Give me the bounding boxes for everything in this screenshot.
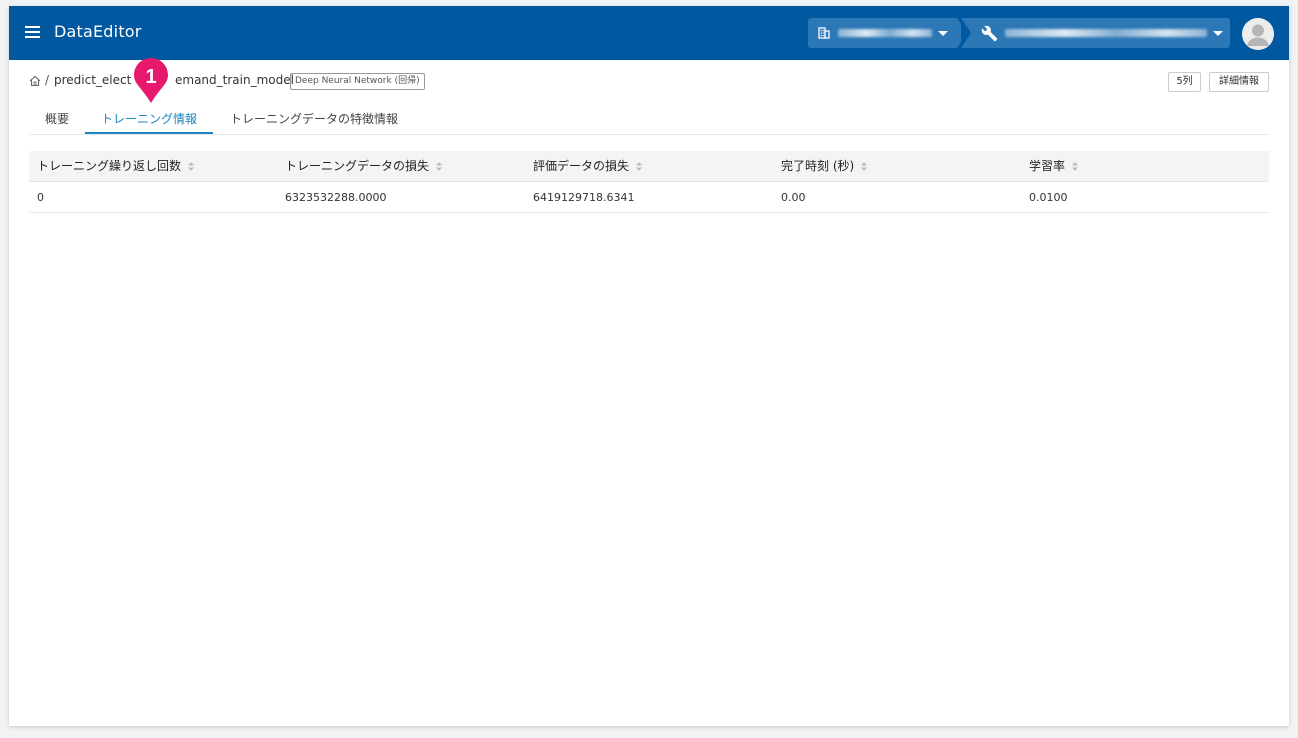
wrench-icon (981, 25, 998, 42)
home-icon[interactable] (29, 75, 41, 87)
app-header: DataEditor (9, 6, 1289, 60)
sort-icon (861, 162, 868, 171)
callout-number: 1 (145, 66, 157, 88)
breadcrumb-separator: / (45, 73, 50, 87)
tab-bar: 概要 トレーニング情報 トレーニングデータの特徴情報 (29, 106, 1269, 135)
column-header-label: 評価データの損失 (533, 159, 630, 173)
cell-eval-loss: 6419129718.6341 (533, 191, 635, 204)
project-selector[interactable] (961, 18, 1230, 48)
building-icon (818, 27, 830, 39)
cell-training-loss: 6323532288.0000 (285, 191, 387, 204)
column-header-learning-rate[interactable]: 学習率 (1029, 151, 1079, 182)
workspace-selector[interactable] (808, 18, 967, 48)
column-header-iterations[interactable]: トレーニング繰り返し回数 (37, 151, 195, 182)
workspace-name-redacted (838, 29, 932, 37)
sort-icon (636, 162, 643, 171)
sort-icon (188, 162, 195, 171)
breadcrumb-model-name: predict_elect (54, 73, 132, 87)
app-window: DataEditor / predict_elect emand_train_m… (9, 6, 1289, 726)
columns-button[interactable]: 5列 (1168, 72, 1201, 92)
user-avatar[interactable] (1242, 18, 1274, 50)
breadcrumb-model-name-tail: emand_train_model (175, 73, 294, 87)
details-button[interactable]: 詳細情報 (1209, 72, 1269, 92)
project-name-redacted (1005, 29, 1207, 37)
column-header-label: 学習率 (1029, 159, 1066, 173)
user-avatar-icon (1242, 18, 1274, 50)
chevron-down-icon (938, 31, 948, 36)
cell-iterations: 0 (37, 191, 44, 204)
column-header-label: 完了時刻 (秒) (781, 159, 855, 173)
table-row: 0 6323532288.0000 6419129718.6341 0.00 0… (29, 182, 1269, 213)
sort-icon (436, 162, 443, 171)
column-header-training-loss[interactable]: トレーニングデータの損失 (285, 151, 443, 182)
cell-learning-rate: 0.0100 (1029, 191, 1068, 204)
column-header-label: トレーニング繰り返し回数 (37, 159, 182, 173)
menu-icon[interactable] (25, 26, 40, 38)
sort-icon (1072, 162, 1079, 171)
column-header-eval-loss[interactable]: 評価データの損失 (533, 151, 643, 182)
tab-overview[interactable]: 概要 (45, 106, 69, 134)
chevron-down-icon (1213, 31, 1223, 36)
tab-training-data-features[interactable]: トレーニングデータの特徴情報 (230, 106, 398, 134)
column-header-label: トレーニングデータの損失 (285, 159, 430, 173)
column-header-completion-time[interactable]: 完了時刻 (秒) (781, 151, 868, 182)
cell-completion-time: 0.00 (781, 191, 806, 204)
model-type-badge: Deep Neural Network (回帰) (290, 73, 425, 90)
app-title: DataEditor (54, 22, 142, 41)
table-header: トレーニング繰り返し回数 トレーニングデータの損失 評価データの損失 完了時刻 … (29, 151, 1269, 182)
training-info-table: トレーニング繰り返し回数 トレーニングデータの損失 評価データの損失 完了時刻 … (29, 151, 1269, 213)
